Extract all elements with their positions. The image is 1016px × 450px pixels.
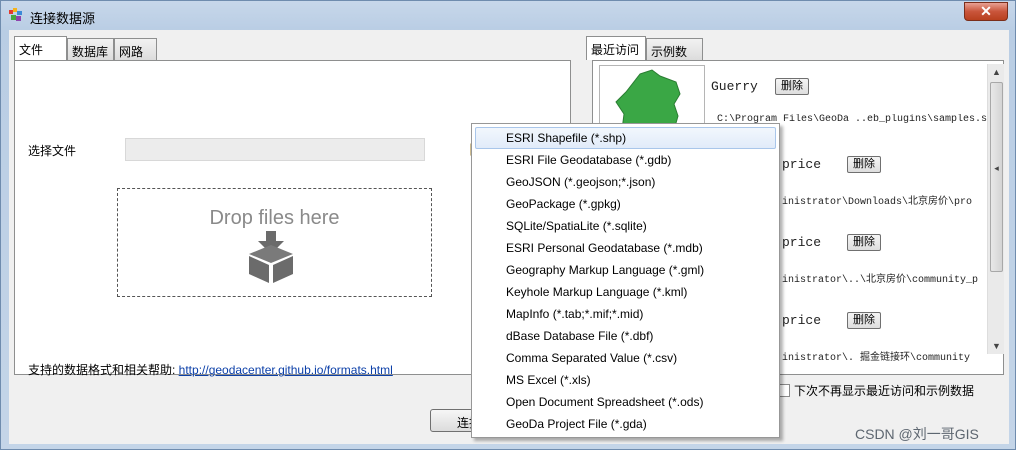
title-bar: 连接数据源 ✕: [1, 1, 1015, 29]
window-title: 连接数据源: [30, 11, 96, 26]
recent-path-2: inistrator\Downloads\北京房价\pro: [782, 197, 973, 208]
download-box-icon: [249, 231, 293, 283]
csdn-watermark: CSDN @刘一哥GIS: [855, 426, 979, 442]
delete-button-4[interactable]: 删除: [847, 312, 881, 329]
menu-item-gda[interactable]: GeoDa Project File (*.gda): [475, 413, 776, 435]
recent-title-4[interactable]: price: [782, 313, 821, 328]
menu-item-shapefile[interactable]: ESRI Shapefile (*.shp): [475, 127, 776, 149]
menu-item-ods[interactable]: Open Document Spreadsheet (*.ods): [475, 391, 776, 413]
scroll-thumb[interactable]: [990, 82, 1003, 272]
menu-item-geojson[interactable]: GeoJSON (*.geojson;*.json): [475, 171, 776, 193]
delete-button-2[interactable]: 删除: [847, 156, 881, 173]
menu-item-xls[interactable]: MS Excel (*.xls): [475, 369, 776, 391]
menu-item-mapinfo[interactable]: MapInfo (*.tab;*.mif;*.mid): [475, 303, 776, 325]
no-show-again-row[interactable]: 下次不再显示最近访问和示例数据: [777, 382, 974, 399]
menu-item-dbf[interactable]: dBase Database File (*.dbf): [475, 325, 776, 347]
delete-button-3[interactable]: 删除: [847, 234, 881, 251]
menu-item-sqlite[interactable]: SQLite/SpatiaLite (*.sqlite): [475, 215, 776, 237]
recent-path-4: inistrator\. 掘金链接环\community: [782, 353, 971, 364]
tab-web[interactable]: 网路: [114, 38, 157, 60]
menu-item-kml[interactable]: Keyhole Markup Language (*.kml): [475, 281, 776, 303]
tab-database[interactable]: 数据库: [67, 38, 114, 60]
menu-item-mdb[interactable]: ESRI Personal Geodatabase (*.mdb): [475, 237, 776, 259]
menu-item-csv[interactable]: Comma Separated Value (*.csv): [475, 347, 776, 369]
formats-help-link[interactable]: http://geodacenter.github.io/formats.htm…: [179, 363, 393, 377]
scroll-up-icon[interactable]: ▲: [988, 64, 1005, 80]
recent-title-3[interactable]: price: [782, 235, 821, 250]
recent-title-1[interactable]: Guerry: [711, 79, 758, 94]
menu-item-gml[interactable]: Geography Markup Language (*.gml): [475, 259, 776, 281]
tab-file[interactable]: 文件: [14, 36, 67, 60]
file-path-input[interactable]: [125, 138, 425, 161]
no-show-again-label: 下次不再显示最近访问和示例数据: [794, 384, 975, 398]
select-file-label: 选择文件: [28, 144, 77, 158]
menu-item-gdb[interactable]: ESRI File Geodatabase (*.gdb): [475, 149, 776, 171]
tab-samples[interactable]: 示例数据: [646, 38, 703, 76]
geoda-app-icon: [9, 8, 22, 21]
drop-zone[interactable]: Drop files here: [117, 188, 432, 297]
help-line: 支持的数据格式和相关帮助: http://geodacenter.github.…: [28, 361, 393, 378]
scroll-midpoint-icon: ◂: [994, 163, 999, 173]
tab-recent[interactable]: 最近访问: [586, 36, 646, 60]
recent-title-2[interactable]: price: [782, 157, 821, 172]
drop-files-text: Drop files here: [209, 207, 340, 229]
recent-scrollbar[interactable]: ▲ ◂ ▼: [987, 64, 1004, 354]
delete-button-1[interactable]: 删除: [775, 78, 809, 95]
file-type-menu: ESRI Shapefile (*.shp) ESRI File Geodata…: [471, 123, 780, 438]
scroll-down-icon[interactable]: ▼: [988, 338, 1005, 354]
menu-item-gpkg[interactable]: GeoPackage (*.gpkg): [475, 193, 776, 215]
connect-datasource-window: 连接数据源 ✕ 文件 数据库 网路 选择文件 Drop files here 支…: [0, 0, 1016, 450]
recent-path-3: inistrator\..\北京房价\community_p: [782, 275, 979, 286]
help-text: 支持的数据格式和相关帮助:: [28, 363, 179, 377]
close-button[interactable]: ✕: [964, 2, 1008, 21]
